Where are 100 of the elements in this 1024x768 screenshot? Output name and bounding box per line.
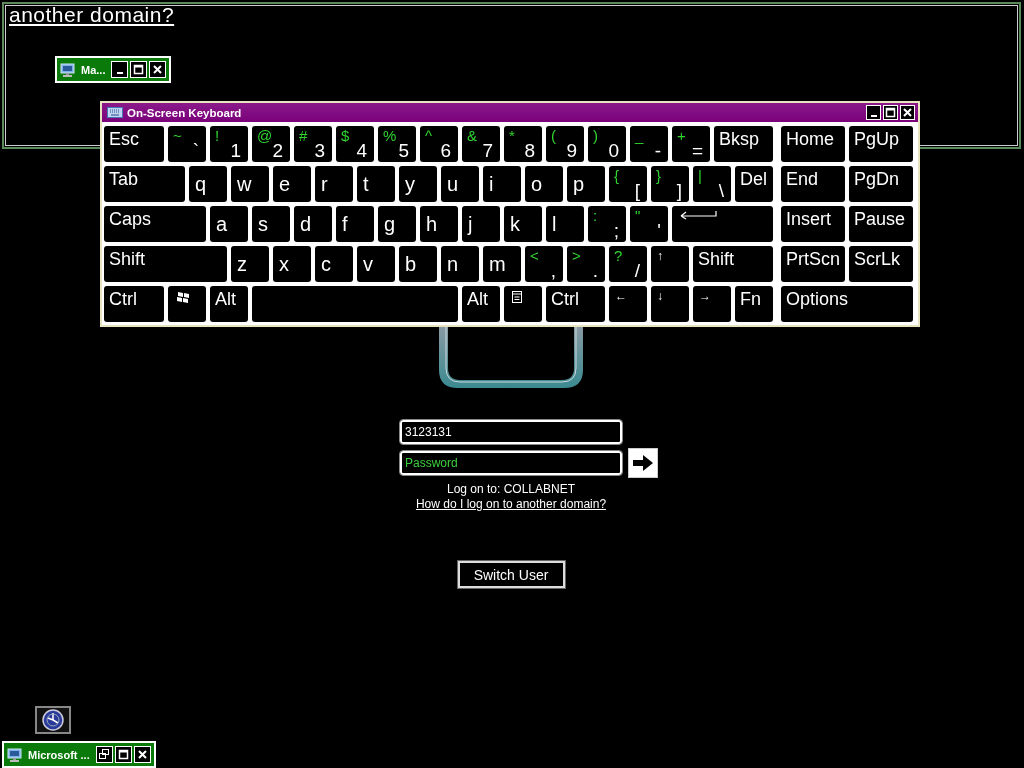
key[interactable]: Alt xyxy=(210,286,248,322)
key[interactable]: & 7 xyxy=(462,126,500,162)
key[interactable]: t xyxy=(357,166,395,202)
key[interactable]: r xyxy=(315,166,353,202)
key[interactable]: ) 0 xyxy=(588,126,626,162)
key[interactable]: Options xyxy=(781,286,913,322)
key[interactable]: _ - xyxy=(630,126,668,162)
key[interactable]: Home xyxy=(781,126,845,162)
key[interactable]: ( 9 xyxy=(546,126,584,162)
minimized-window-bar[interactable]: Ma... xyxy=(55,56,172,83)
key[interactable]: Tab xyxy=(104,166,185,202)
close-icon xyxy=(151,63,165,76)
key[interactable]: d xyxy=(294,206,332,242)
key[interactable]: e xyxy=(273,166,311,202)
arrow-key[interactable]: → xyxy=(693,286,731,322)
windows-key[interactable] xyxy=(168,286,206,322)
switch-user-button[interactable]: Switch User xyxy=(457,561,565,588)
window-title: Ma... xyxy=(81,63,106,76)
key[interactable]: l xyxy=(546,206,584,242)
key[interactable]: x xyxy=(273,246,311,282)
keyboard-icon xyxy=(107,107,123,118)
key[interactable]: p xyxy=(567,166,605,202)
key[interactable]: f xyxy=(336,206,374,242)
key[interactable]: i xyxy=(483,166,521,202)
minimize-button[interactable] xyxy=(111,61,129,78)
monitor-icon xyxy=(7,746,23,763)
key[interactable]: { [ xyxy=(609,166,647,202)
key[interactable]: n xyxy=(441,246,479,282)
key[interactable]: o xyxy=(525,166,563,202)
key[interactable]: Shift xyxy=(104,246,227,282)
arrow-key[interactable]: ← xyxy=(609,286,647,322)
key[interactable]: * 8 xyxy=(504,126,542,162)
key[interactable]: Esc xyxy=(104,126,164,162)
key[interactable]: Alt xyxy=(462,286,500,322)
submit-button[interactable] xyxy=(628,448,658,478)
maximize-button[interactable] xyxy=(130,61,148,78)
key[interactable]: k xyxy=(504,206,542,242)
key[interactable]: Fn xyxy=(735,286,773,322)
username-field[interactable]: 3123131 xyxy=(400,420,622,444)
key[interactable]: ? / xyxy=(609,246,647,282)
arrow-key[interactable]: ↑ xyxy=(651,246,689,282)
key[interactable]: h xyxy=(420,206,458,242)
ease-of-access-button[interactable] xyxy=(35,706,71,734)
key[interactable]: z xyxy=(231,246,269,282)
key[interactable]: Bksp xyxy=(714,126,773,162)
enter-key[interactable] xyxy=(672,206,773,242)
key[interactable]: g xyxy=(378,206,416,242)
key[interactable]: c xyxy=(315,246,353,282)
key[interactable]: # 3 xyxy=(294,126,332,162)
restore-button[interactable] xyxy=(95,746,113,763)
key[interactable]: ! 1 xyxy=(210,126,248,162)
key[interactable]: End xyxy=(781,166,845,202)
key[interactable]: Insert xyxy=(781,206,845,242)
key[interactable]: + = xyxy=(672,126,710,162)
key[interactable]: $ 4 xyxy=(336,126,374,162)
key[interactable]: ScrLk xyxy=(849,246,913,282)
close-button[interactable] xyxy=(900,105,915,120)
key[interactable]: Caps xyxy=(104,206,206,242)
monitor-icon xyxy=(60,61,76,78)
key[interactable]: } ] xyxy=(651,166,689,202)
menu-key[interactable] xyxy=(504,286,542,322)
password-field[interactable]: Password xyxy=(400,451,622,475)
key[interactable]: w xyxy=(231,166,269,202)
key[interactable]: q xyxy=(189,166,227,202)
key[interactable]: Del xyxy=(735,166,773,202)
window-title: Microsoft ... xyxy=(28,748,90,761)
key[interactable]: ~ ` xyxy=(168,126,206,162)
key[interactable]: Ctrl xyxy=(104,286,164,322)
key[interactable]: Shift xyxy=(693,246,773,282)
minimize-button[interactable] xyxy=(866,105,881,120)
key[interactable]: u xyxy=(441,166,479,202)
help-link[interactable]: How do I log on to another domain? xyxy=(415,497,607,512)
key[interactable]: m xyxy=(483,246,521,282)
key[interactable]: PrtScn xyxy=(781,246,845,282)
key[interactable]: < , xyxy=(525,246,563,282)
key[interactable]: j xyxy=(462,206,500,242)
arrow-key[interactable]: ↓ xyxy=(651,286,689,322)
key[interactable]: b xyxy=(399,246,437,282)
key[interactable]: " ' xyxy=(630,206,668,242)
key[interactable]: : ; xyxy=(588,206,626,242)
key[interactable]: y xyxy=(399,166,437,202)
key[interactable]: | \ xyxy=(693,166,731,202)
close-button[interactable] xyxy=(149,61,167,78)
key[interactable]: % 5 xyxy=(378,126,416,162)
close-icon xyxy=(135,748,149,761)
maximize-button[interactable] xyxy=(114,746,132,763)
key[interactable]: v xyxy=(357,246,395,282)
key[interactable]: s xyxy=(252,206,290,242)
key[interactable]: PgUp xyxy=(849,126,913,162)
key[interactable]: @ 2 xyxy=(252,126,290,162)
magnified-link-text: another domain? xyxy=(9,4,175,26)
key[interactable]: PgDn xyxy=(849,166,913,202)
key[interactable]: Ctrl xyxy=(546,286,605,322)
key[interactable]: ^ 6 xyxy=(420,126,458,162)
minimized-window-bar[interactable]: Microsoft ... xyxy=(2,741,156,768)
close-button[interactable] xyxy=(133,746,151,763)
key[interactable]: a xyxy=(210,206,248,242)
key[interactable]: Pause xyxy=(849,206,913,242)
key[interactable]: > . xyxy=(567,246,605,282)
maximize-button[interactable] xyxy=(883,105,898,120)
